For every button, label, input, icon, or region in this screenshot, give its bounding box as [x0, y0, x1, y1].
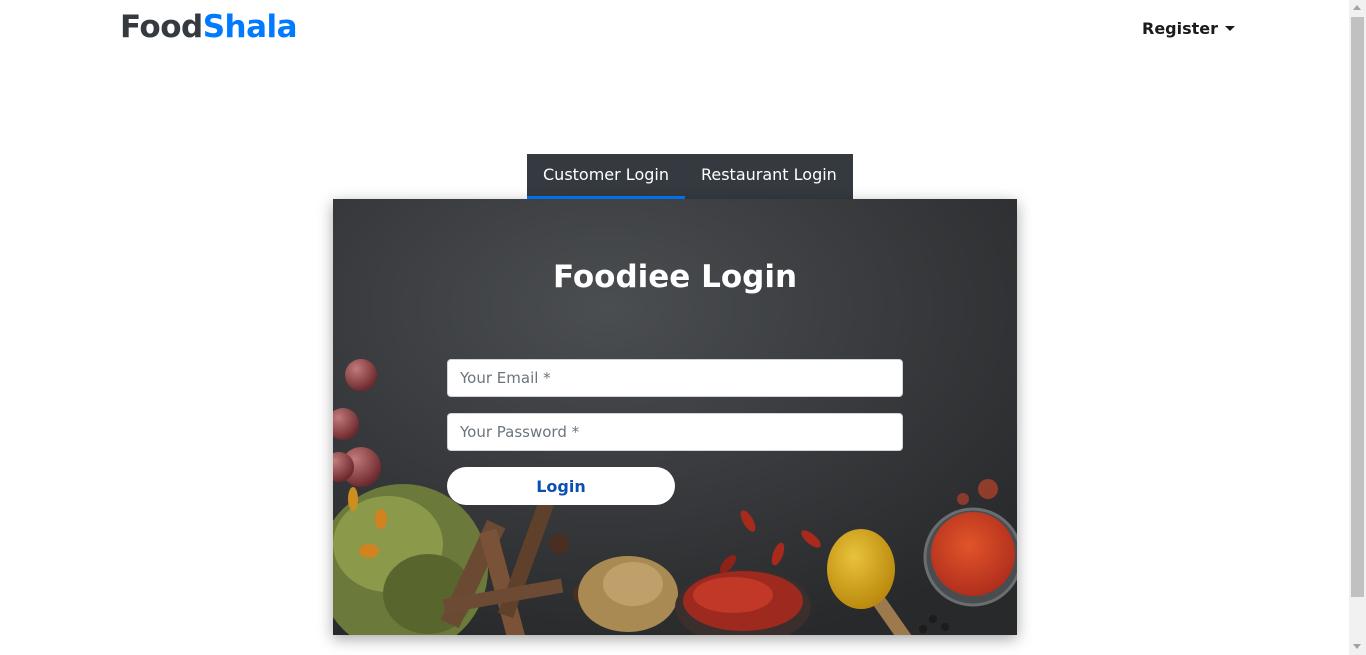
scrollbar-thumb[interactable] — [1351, 17, 1364, 597]
register-dropdown-toggle[interactable]: Register — [1142, 18, 1236, 40]
login-card: Foodiee Login Login — [333, 199, 1017, 635]
page: FoodShala Register Customer Login Restau… — [0, 0, 1349, 655]
scroll-down-arrow-icon[interactable] — [1353, 644, 1361, 649]
navbar: FoodShala Register — [0, 0, 1349, 58]
brand-part-food: Food — [120, 9, 203, 45]
brand-logo[interactable]: FoodShala — [120, 8, 298, 46]
scroll-up-arrow-icon[interactable] — [1353, 5, 1361, 10]
login-tabs: Customer Login Restaurant Login — [527, 154, 853, 199]
login-button[interactable]: Login — [447, 467, 675, 505]
tab-restaurant-login[interactable]: Restaurant Login — [685, 154, 853, 199]
brand-part-shala: Shala — [202, 9, 298, 45]
vertical-scrollbar[interactable] — [1349, 0, 1366, 655]
caret-down-icon — [1225, 25, 1236, 31]
tab-customer-login[interactable]: Customer Login — [527, 154, 685, 199]
register-label: Register — [1142, 19, 1219, 38]
login-title: Foodiee Login — [552, 259, 798, 295]
email-input[interactable] — [447, 359, 903, 397]
password-input[interactable] — [447, 413, 903, 451]
